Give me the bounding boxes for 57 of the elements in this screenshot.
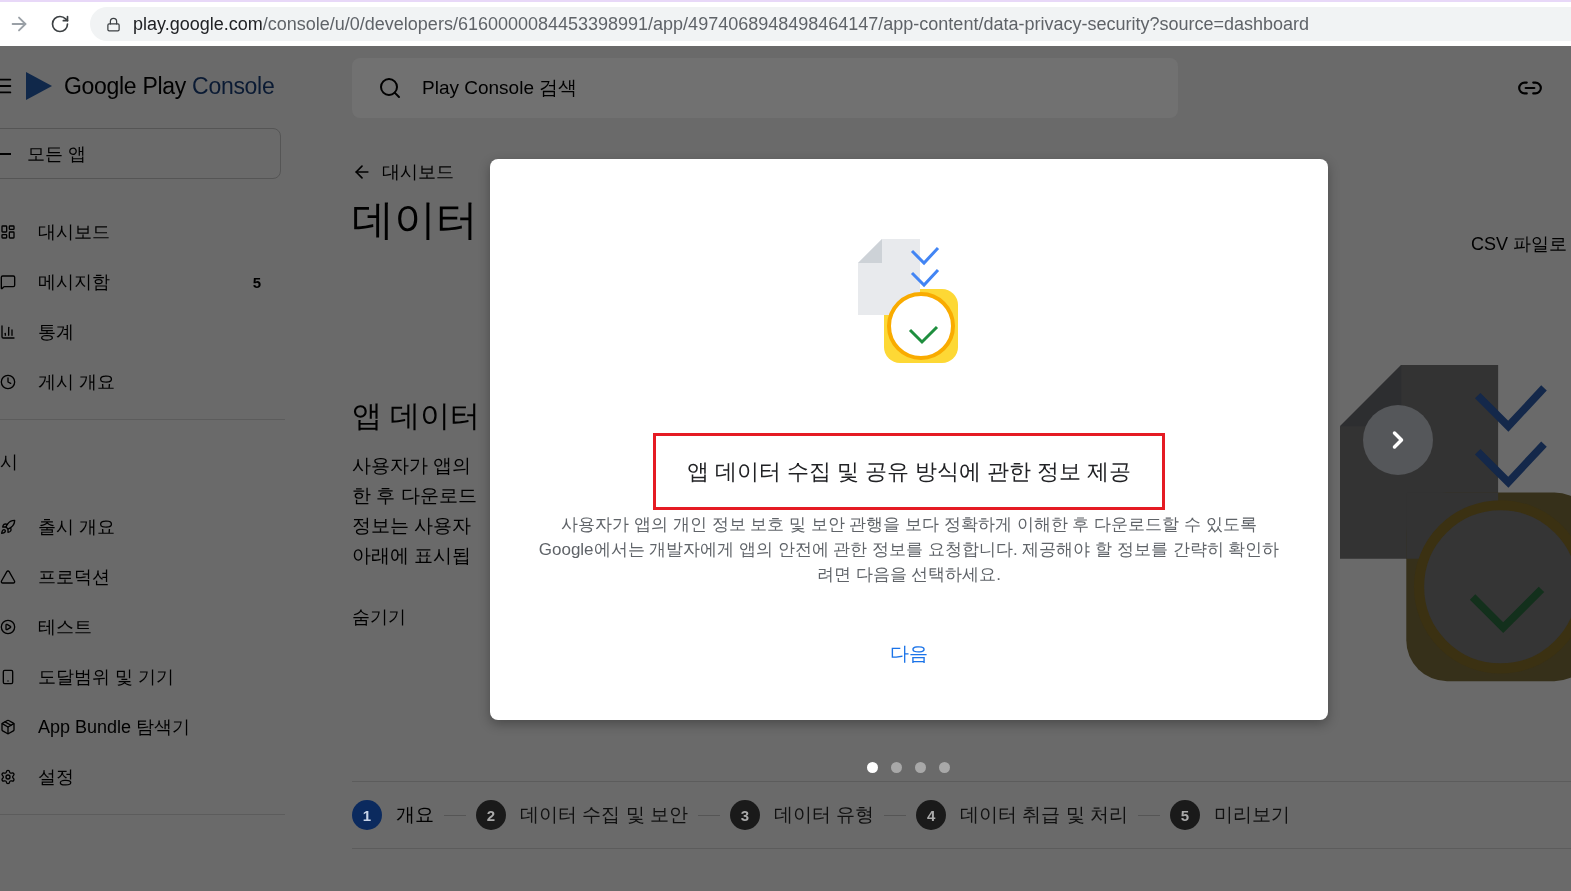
paragraph-line: 사용자가 앱의 — [352, 454, 472, 478]
sidebar-item[interactable]: 통계 — [0, 307, 285, 357]
sidebar-icon — [0, 374, 16, 390]
sidebar-item[interactable]: App Bundle 탐색기 — [0, 702, 285, 752]
step-number: 5 — [1169, 800, 1200, 830]
step-number: 1 — [352, 800, 382, 830]
sidebar-heading: 시 — [0, 451, 19, 474]
step-label[interactable]: 데이터 수집 및 보안 — [520, 802, 688, 828]
sidebar-icon — [0, 769, 16, 785]
sidebar-icon — [0, 324, 16, 340]
app-selector[interactable]: 모든 앱 — [0, 128, 281, 179]
app-logo-text: Google Play Console — [64, 72, 275, 100]
sidebar-icon — [0, 519, 16, 535]
step-label[interactable]: 개요 — [396, 802, 434, 828]
carousel-dot[interactable] — [867, 761, 878, 773]
carousel-dot[interactable] — [891, 761, 902, 773]
sidebar-item[interactable]: 게시 개요 — [0, 357, 285, 407]
step-label[interactable]: 데이터 유형 — [773, 802, 875, 828]
dialog-body: 사용자가 앱의 개인 정보 보호 및 보안 관행을 보다 정확하게 이해한 후 다운로드할 수 있도록 Google에서는 개발자에게 앱의 안전에 관한 정보를 요청합니다. 제공해야 할 정보를 간략히 확인하려면 다음을 선택하세요. — [537, 514, 1281, 586]
step-number: 3 — [729, 800, 760, 830]
export-link[interactable]: CSV 파일로 — [1471, 232, 1567, 256]
page-title: 데이터 — [352, 195, 478, 245]
count-label: 5 — [252, 273, 261, 291]
dash-icon — [0, 152, 11, 155]
search-field[interactable]: Play Console 검색 — [352, 58, 1178, 118]
reload-icon[interactable] — [50, 14, 70, 34]
paragraph-line: 한 후 다운로드 — [352, 484, 477, 508]
sidebar-item[interactable]: 출시 개요 — [0, 502, 285, 552]
paragraph-line: 정보는 사용자 — [352, 514, 472, 538]
lock-icon — [106, 16, 121, 32]
back-link[interactable]: 대시보드 — [352, 160, 454, 184]
step-label[interactable]: 데이터 취급 및 처리 — [960, 802, 1128, 828]
address-bar[interactable]: play.google.com/console/u/0/developers/6160000084453398991/app/4974068948498464147/app-content/data-privacy-security?source=dashboard — [90, 7, 1571, 41]
carousel-dot[interactable] — [939, 761, 950, 773]
next-link[interactable]: 다음 — [890, 641, 928, 667]
sidebar-icon — [0, 274, 16, 290]
sidebar-icon — [0, 719, 16, 735]
sidebar-item[interactable]: 메시지함 5 — [0, 257, 285, 307]
sidebar-icon — [0, 619, 16, 635]
step-number: 4 — [916, 800, 947, 830]
step-number: 2 — [476, 800, 506, 830]
sidebar-icon — [0, 224, 16, 240]
sidebar-item[interactable]: 도달범위 및 기기 — [0, 652, 285, 702]
search-icon — [378, 76, 402, 100]
hide-link[interactable]: 숨기기 — [352, 605, 406, 629]
sidebar-icon — [0, 669, 16, 685]
sidebar-item[interactable]: 설정 — [0, 752, 285, 802]
play-logo-icon — [24, 70, 54, 102]
sidebar-item[interactable]: 테스트 — [0, 602, 285, 652]
dialog-title: 앱 데이터 수집 및 공유 방식에 관한 정보 제공 — [653, 433, 1165, 510]
sidebar-item[interactable]: 대시보드 — [0, 207, 285, 257]
carousel-dot[interactable] — [915, 761, 926, 773]
paragraph-line: 아래에 표시됩 — [352, 544, 472, 568]
sidebar-icon — [0, 569, 16, 585]
section-title: 앱 데이터 — [352, 398, 481, 434]
sidebar-item[interactable]: 프로덕션 — [0, 552, 285, 602]
step-label[interactable]: 미리보기 — [1213, 802, 1290, 828]
